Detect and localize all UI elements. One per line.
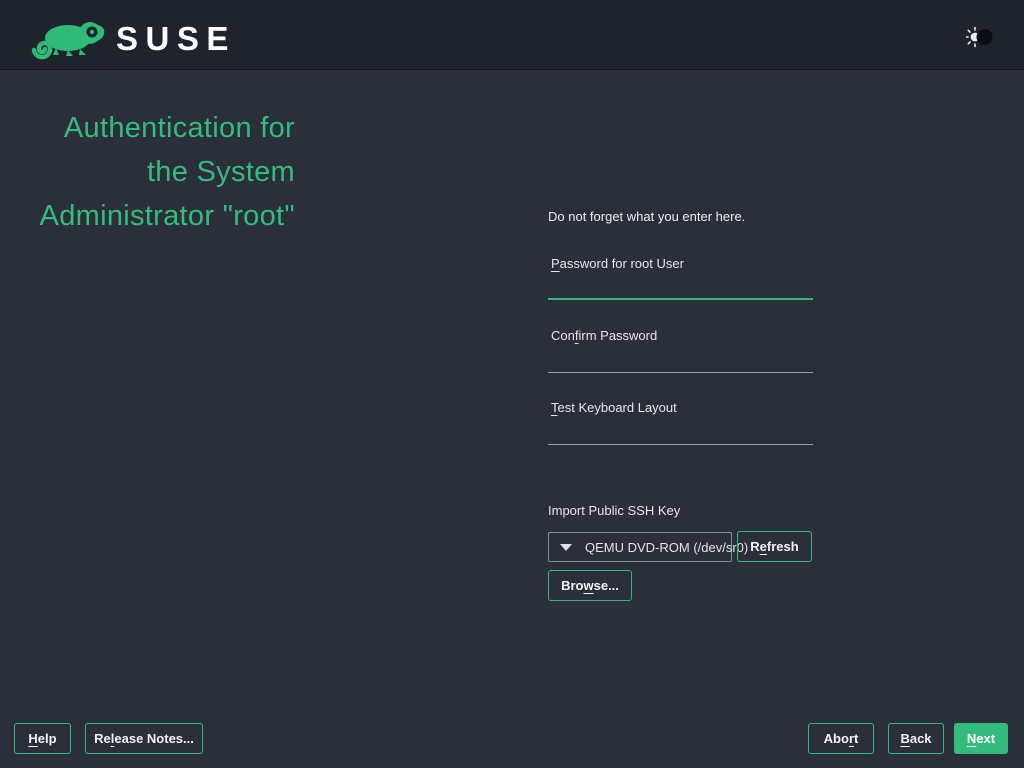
help-button[interactable]: Help — [14, 723, 71, 754]
next-button[interactable]: Next — [954, 723, 1008, 754]
page-title-line: Authentication for — [63, 112, 295, 144]
browse-button[interactable]: Bro w se... — [548, 570, 632, 601]
top-bar: SUSE — [0, 0, 1024, 70]
import-ssh-key-label: Import Public SSH Key — [548, 503, 681, 518]
confirm-password-input[interactable] — [548, 345, 813, 373]
suse-logo: SUSE — [31, 20, 228, 60]
page-title-line: Administrator "root" — [39, 200, 295, 232]
password-input[interactable] — [548, 272, 813, 300]
password-hint-text: Do not forget what you enter here. — [548, 209, 746, 224]
chevron-down-icon — [560, 543, 572, 551]
password-label: Password for root User — [551, 256, 684, 271]
page-title-line: the System — [146, 156, 295, 188]
back-button[interactable]: Back — [888, 723, 944, 754]
confirm-password-label: Confirm Password — [551, 328, 658, 343]
theme-toggle-sun-moon-icon[interactable] — [966, 24, 994, 50]
ssh-key-source-value: QEMU DVD-ROM (/dev/sr0) — [585, 539, 749, 555]
release-notes-button[interactable]: Re l ease Notes... — [85, 723, 203, 754]
suse-wordmark: SUSE — [116, 20, 228, 57]
ssh-key-source-select[interactable]: QEMU DVD-ROM (/dev/sr0) — [548, 532, 748, 562]
chameleon-icon — [31, 22, 105, 60]
test-keyboard-input[interactable] — [548, 417, 813, 445]
abort-button[interactable]: Abo r t — [808, 723, 874, 754]
test-keyboard-label: Test Keyboard Layout — [551, 400, 677, 415]
page-title: Authentication for the System Administra… — [14, 106, 295, 238]
refresh-button[interactable]: Re fresh — [737, 531, 812, 562]
